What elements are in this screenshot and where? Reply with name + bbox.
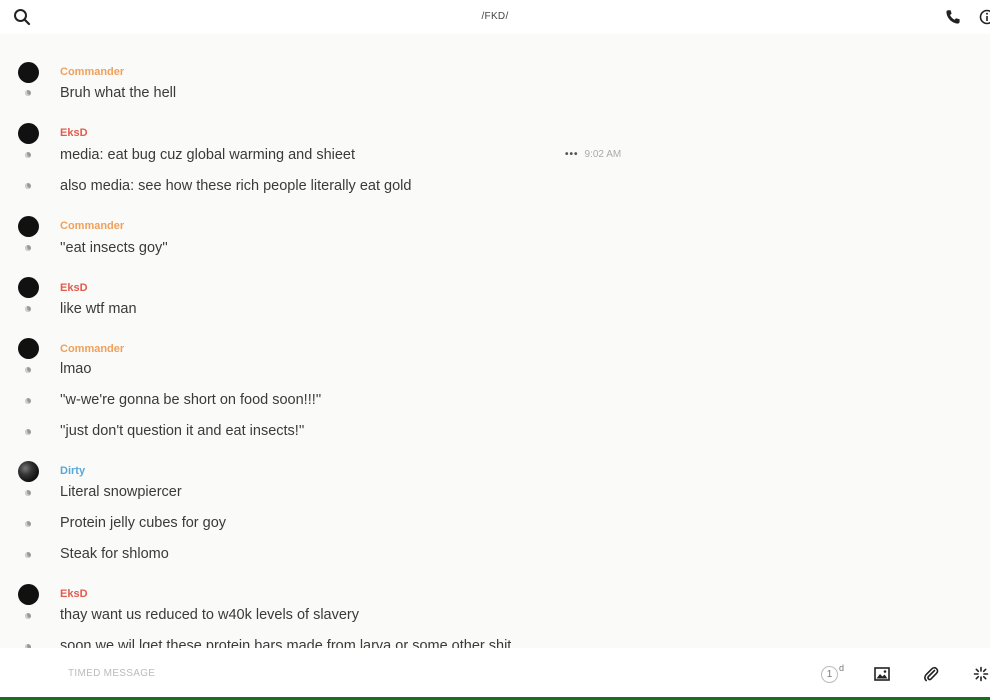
read-receipt-icon bbox=[25, 398, 31, 404]
read-receipt-icon bbox=[25, 552, 31, 558]
message-text[interactable]: lmao bbox=[60, 361, 91, 377]
info-icon bbox=[979, 9, 990, 25]
read-receipt-icon bbox=[25, 521, 31, 527]
message-feed[interactable]: Commander Bruh what the hell EksD media:… bbox=[0, 34, 990, 648]
message-text[interactable]: ''w-we're gonna be short on food soon!!!… bbox=[60, 392, 321, 408]
sender-name[interactable]: EksD bbox=[60, 127, 88, 139]
message-text[interactable]: ''eat insects goy'' bbox=[60, 240, 168, 256]
read-receipt-icon bbox=[25, 367, 31, 373]
message-text[interactable]: like wtf man bbox=[60, 301, 137, 317]
message-text[interactable]: Literal snowpiercer bbox=[60, 484, 182, 500]
sender-name[interactable]: Commander bbox=[60, 220, 124, 232]
message-text[interactable]: Bruh what the hell bbox=[60, 85, 176, 101]
top-bar: /FKD/ bbox=[0, 0, 990, 34]
attach-button[interactable] bbox=[922, 665, 940, 683]
timer-unit: d bbox=[839, 663, 845, 673]
message-text[interactable]: thay want us reduced to w40k levels of s… bbox=[60, 607, 359, 623]
message-timestamp: 9:02 AM bbox=[584, 149, 622, 160]
call-button[interactable] bbox=[944, 8, 962, 26]
conversation-title: /FKD/ bbox=[481, 11, 509, 22]
image-button[interactable] bbox=[873, 665, 891, 683]
read-receipt-icon bbox=[25, 90, 31, 96]
sparkle-icon bbox=[973, 666, 989, 682]
paperclip-icon bbox=[924, 666, 939, 682]
read-receipt-icon bbox=[25, 245, 31, 251]
message-text[interactable]: Protein jelly cubes for goy bbox=[60, 515, 226, 531]
timer-icon: 1 bbox=[821, 666, 838, 683]
avatar[interactable] bbox=[18, 584, 39, 605]
sender-name[interactable]: Commander bbox=[60, 343, 124, 355]
phone-icon bbox=[946, 10, 960, 24]
avatar[interactable] bbox=[18, 62, 39, 83]
sender-name[interactable]: Commander bbox=[60, 66, 124, 78]
avatar[interactable] bbox=[18, 216, 39, 237]
read-receipt-icon bbox=[25, 306, 31, 312]
timer-value: 1 bbox=[826, 669, 833, 680]
message-text[interactable]: also media: see how these rich people li… bbox=[60, 178, 411, 194]
message-input[interactable]: TIMED MESSAGE bbox=[68, 668, 155, 679]
gif-button[interactable] bbox=[972, 665, 990, 683]
message-text[interactable]: Steak for shlomo bbox=[60, 546, 169, 562]
info-button[interactable] bbox=[978, 8, 990, 26]
message-meta: ••• 9:02 AM bbox=[565, 149, 621, 160]
message-text[interactable]: media: eat bug cuz global warming and sh… bbox=[60, 147, 355, 163]
image-icon bbox=[874, 667, 890, 681]
avatar[interactable] bbox=[18, 123, 39, 144]
message-text[interactable]: soon we wil lget these protein bars made… bbox=[60, 638, 511, 648]
composer-bar: TIMED MESSAGE 1 d bbox=[0, 648, 990, 700]
sender-name[interactable]: EksD bbox=[60, 282, 88, 294]
read-receipt-icon bbox=[25, 429, 31, 435]
timer-button[interactable]: 1 d bbox=[821, 663, 847, 686]
sender-name[interactable]: Dirty bbox=[60, 465, 85, 477]
avatar[interactable] bbox=[18, 277, 39, 298]
avatar[interactable] bbox=[18, 338, 39, 359]
read-receipt-icon bbox=[25, 613, 31, 619]
message-text[interactable]: ''just don't question it and eat insects… bbox=[60, 423, 304, 439]
read-receipt-icon bbox=[25, 183, 31, 189]
read-receipt-icon bbox=[25, 490, 31, 496]
more-options-icon[interactable]: ••• bbox=[565, 149, 579, 160]
avatar[interactable] bbox=[18, 461, 39, 482]
read-receipt-icon bbox=[25, 152, 31, 158]
sender-name[interactable]: EksD bbox=[60, 588, 88, 600]
